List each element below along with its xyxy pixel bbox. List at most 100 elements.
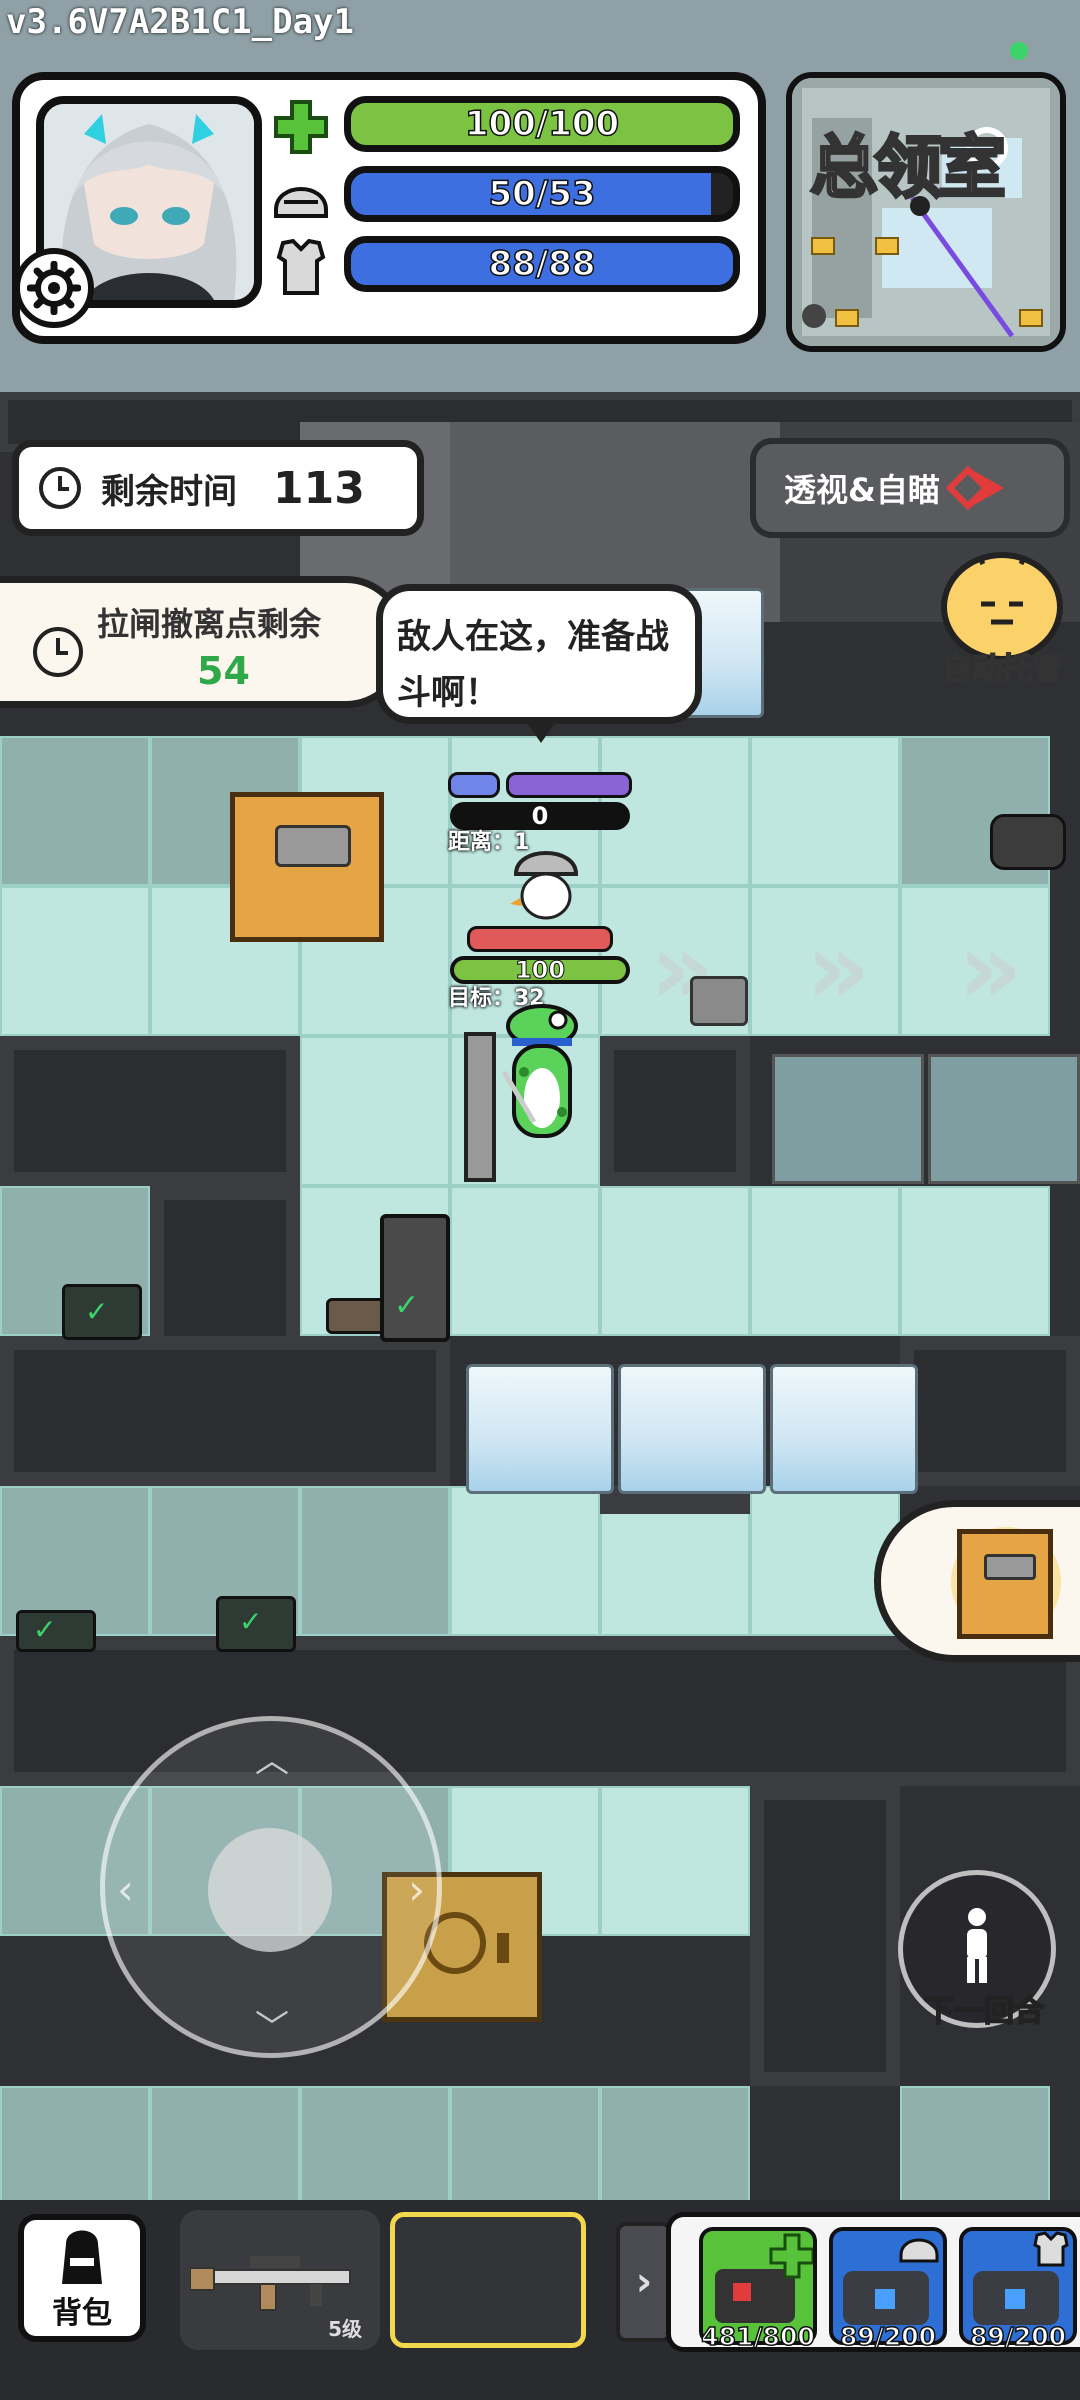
- floor-tile: [300, 1486, 450, 1636]
- floor-tile: [0, 886, 150, 1036]
- floor-tile: [450, 1186, 600, 1336]
- chevron-right-icon: ›: [408, 1865, 425, 1914]
- helmet-durability-bar: 50/53: [344, 166, 740, 222]
- backpack-icon: [62, 2230, 102, 2284]
- floor-tile: [0, 736, 150, 886]
- loot-box[interactable]: [690, 976, 748, 1026]
- loot-crate[interactable]: ✓: [62, 1284, 142, 1340]
- ice-block: [466, 1364, 614, 1494]
- backpack-label: 背包: [52, 2296, 112, 2331]
- hp-value: 100/100: [464, 103, 620, 145]
- loot-crate[interactable]: ✓: [16, 1610, 96, 1652]
- player-shield-pips: [467, 926, 613, 952]
- quick-items-toggle[interactable]: ›: [616, 2222, 672, 2342]
- floor-tile: [300, 1036, 450, 1186]
- enemy-goose-sprite: [508, 840, 584, 920]
- loot-crate[interactable]: ✓: [216, 1596, 296, 1652]
- xray-aimbot-button[interactable]: 透视&自瞄: [750, 438, 1070, 538]
- armor-durability-value: 88/88: [488, 243, 597, 285]
- next-round-label: 下一回合: [923, 1993, 1045, 2030]
- floor-tile: [600, 1186, 750, 1336]
- weapon-level: 5级: [328, 2317, 362, 2341]
- frog-player-sprite: [494, 1002, 590, 1172]
- floor-tile: [750, 1186, 900, 1336]
- enemy-helmet-pips: [506, 772, 632, 798]
- glass-block: [772, 1054, 924, 1184]
- floor-tile: [0, 2086, 150, 2200]
- locker[interactable]: ✓: [380, 1214, 450, 1342]
- door-post: [464, 1032, 496, 1182]
- xray-aimbot-label: 透视&自瞄: [784, 471, 940, 509]
- chevron-down-icon: ﹀: [255, 2008, 289, 2048]
- auto-play-button[interactable]: 自动托管: [934, 550, 1070, 692]
- backpack-button[interactable]: 背包: [18, 2214, 146, 2342]
- chevron-up-icon: ︿: [255, 1741, 289, 1781]
- floor-tile: [600, 2086, 750, 2200]
- red-diamond-arrow-icon: [945, 465, 1004, 511]
- ice-block: [618, 1364, 766, 1494]
- floor-tile: [900, 1186, 1050, 1336]
- wall-block: [0, 1036, 300, 1186]
- remaining-time-label: 剩余时间: [101, 471, 237, 512]
- medkit-count: 481/800: [700, 2321, 815, 2352]
- move-arrow-icon: »: [806, 910, 871, 1027]
- auto-play-label: 自动托管: [941, 651, 1063, 688]
- floor-tile: [150, 2086, 300, 2200]
- chevron-right-icon: ›: [635, 2259, 653, 2305]
- door-interact-button[interactable]: [874, 1500, 1080, 1662]
- gear-icon: [27, 261, 81, 315]
- remaining-time-value: 113: [273, 462, 365, 514]
- floor-tile: [600, 1786, 750, 1936]
- enemy-unit[interactable]: 0: [448, 772, 632, 830]
- assault-rifle-icon: [190, 2256, 351, 2311]
- floor-tile: [450, 2086, 600, 2200]
- duffel-bag[interactable]: [990, 814, 1066, 870]
- enemy-speech-bubble: 敌人在这，准备战斗啊！: [376, 584, 702, 743]
- chevron-left-icon: ‹: [117, 1865, 134, 1914]
- player-unit[interactable]: 100: [448, 926, 632, 985]
- helmet-durability-value: 50/53: [488, 173, 597, 215]
- online-indicator: [1010, 42, 1028, 60]
- helmet-icon: [270, 166, 332, 228]
- evac-point-label: 拉闸撤离点剩余: [97, 605, 322, 643]
- floor-tile: [900, 2086, 1050, 2200]
- enemy-armor-pips: [448, 772, 500, 798]
- person-icon: [967, 1908, 987, 1983]
- speech-bubble-tail: [523, 717, 559, 743]
- clock-icon: [39, 467, 81, 509]
- ice-block: [770, 1364, 918, 1494]
- empty-item-slot-selected[interactable]: [390, 2212, 586, 2348]
- hp-bar: 100/100: [344, 96, 740, 152]
- build-version: v3.6V7A2B1C1_Day1: [6, 2, 354, 42]
- evac-point-panel: 拉闸撤离点剩余 54: [0, 576, 406, 708]
- enemy-speech-text: 敌人在这，准备战斗啊！: [397, 617, 669, 713]
- armor-repair-item[interactable]: 89/200: [959, 2227, 1077, 2352]
- armor-durability-bar: 88/88: [344, 236, 740, 292]
- door[interactable]: [230, 792, 384, 942]
- floor-tile: [300, 2086, 450, 2200]
- weapon-slot[interactable]: 5级: [180, 2210, 380, 2350]
- quick-items-panel: 481/800 89/200 89/200: [666, 2212, 1080, 2352]
- armor-repair-count: 89/200: [969, 2321, 1067, 2352]
- helmet-repair-count: 89/200: [839, 2321, 937, 2352]
- helmet-repair-item[interactable]: 89/200: [829, 2227, 947, 2352]
- wall-block: [600, 1036, 750, 1186]
- body-armor-icon: [270, 236, 332, 298]
- minimap-room-name: 总领室: [808, 128, 1007, 210]
- medkit-item[interactable]: 481/800: [699, 2227, 817, 2352]
- health-cross-icon: [270, 96, 332, 158]
- settings-button[interactable]: [14, 248, 94, 328]
- wall-block: [0, 1336, 450, 1486]
- glass-block: [928, 1054, 1080, 1184]
- evac-point-value: 54: [197, 649, 250, 693]
- joystick-knob[interactable]: [208, 1828, 332, 1952]
- door-icon: [957, 1529, 1053, 1639]
- minimap[interactable]: 总领室: [786, 72, 1066, 352]
- wall-block: [750, 1786, 900, 2086]
- clock-icon: [33, 627, 83, 677]
- floor-tile: [450, 1486, 600, 1636]
- floor-tile: [750, 736, 900, 886]
- wall-block: [900, 1336, 1080, 1486]
- move-arrow-icon: »: [958, 910, 1023, 1027]
- remaining-time-panel: 剩余时间 113: [12, 440, 424, 536]
